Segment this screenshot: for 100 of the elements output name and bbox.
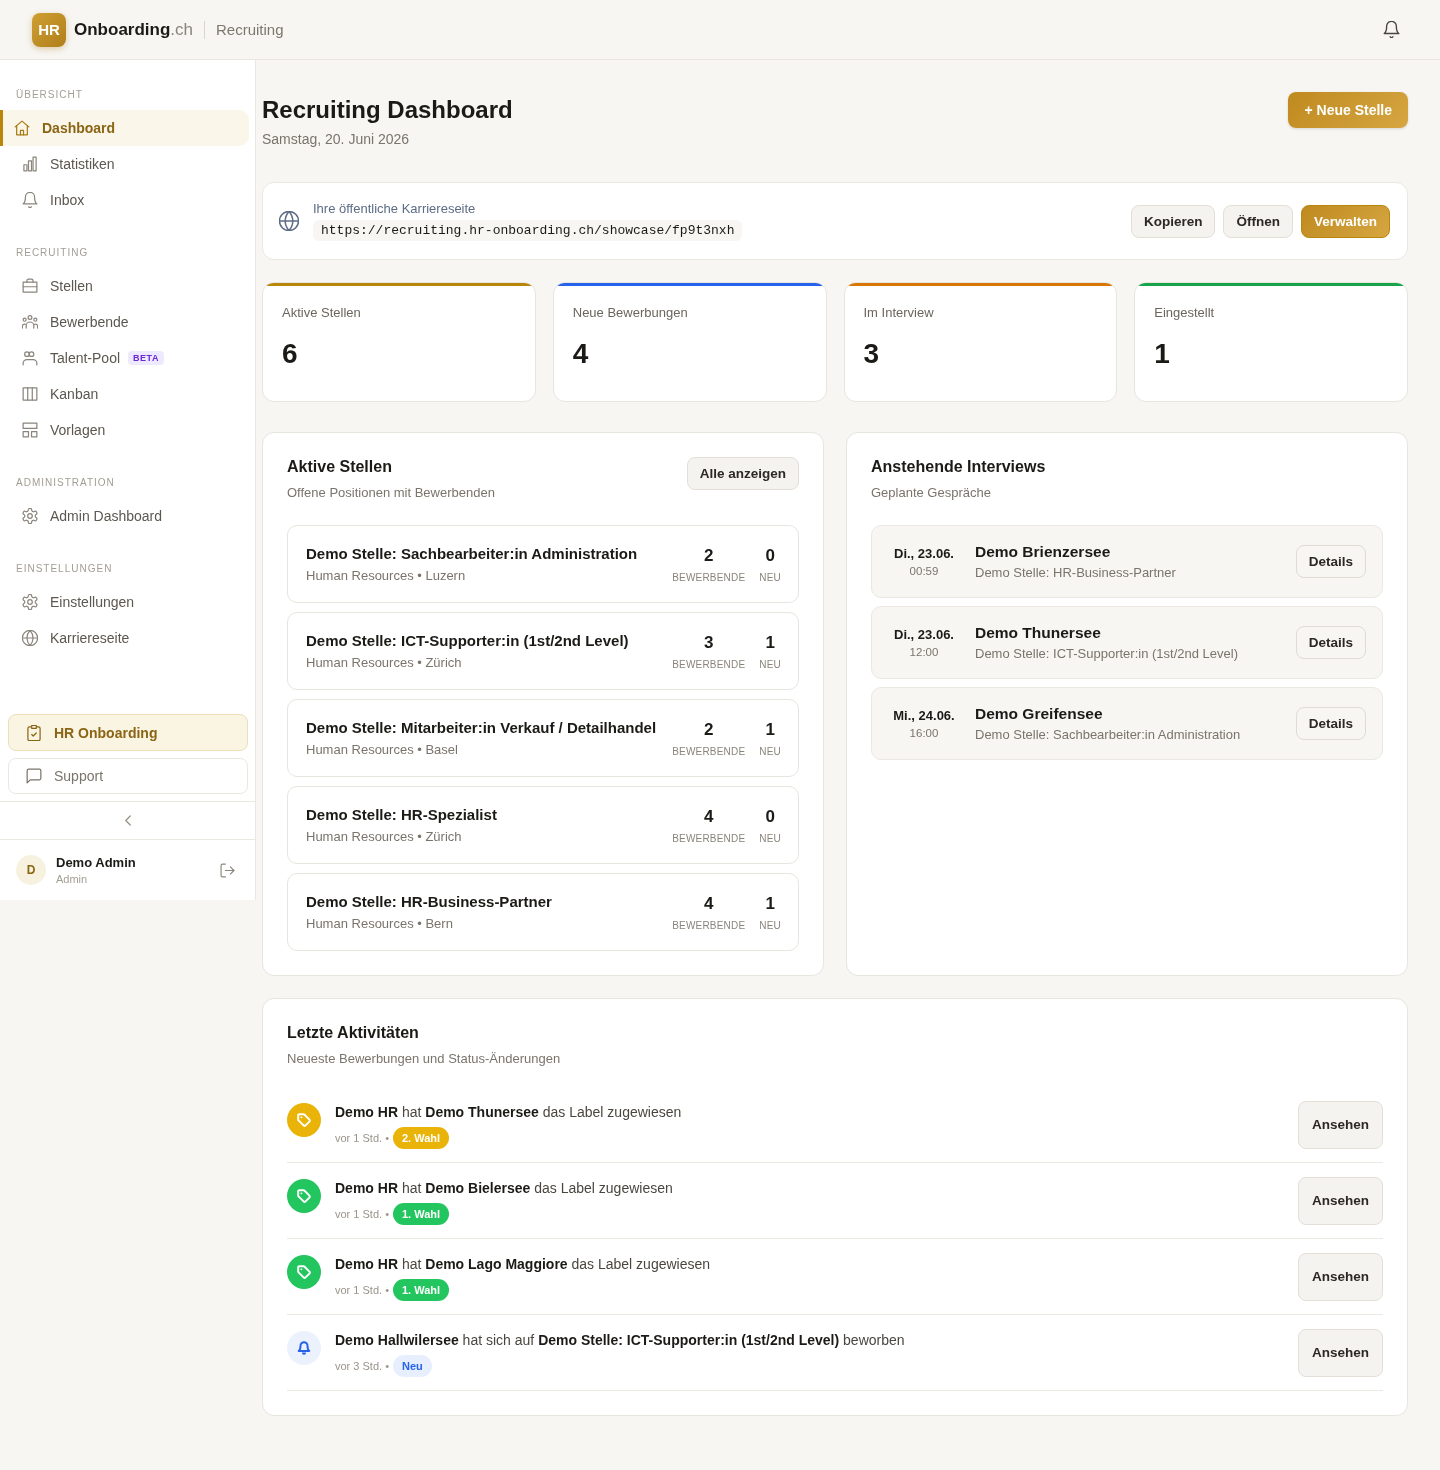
activity-text: Demo HR hat Demo Thunersee das Label zugewiesen [335, 1103, 683, 1121]
new-count: 0 [765, 806, 775, 827]
clipboard-check-icon [26, 724, 42, 741]
activity-text: Demo Hallwilersee hat sich auf Demo Stelle: ICT-Supporter:in (1st/2nd Level) beworben [335, 1331, 906, 1349]
applicant-count: 2 [704, 719, 714, 740]
brand-name: Onboarding.ch [74, 19, 193, 40]
nav-section-title: EINSTELLUNGEN [15, 562, 114, 576]
bell-icon [287, 1331, 321, 1365]
bell-icon[interactable] [1383, 21, 1400, 38]
new-count-label: NEU [759, 745, 781, 757]
view-button[interactable]: Ansehen [1298, 1100, 1383, 1149]
stat-label: Aktive Stellen [282, 305, 362, 321]
logout-icon[interactable] [220, 862, 235, 878]
label-badge: Neu [393, 1355, 432, 1377]
app-section-label: Recruiting [216, 21, 284, 38]
interview-job: Demo Stelle: ICT-Supporter:in (1st/2nd Level) [975, 646, 1239, 661]
job-card[interactable]: Demo Stelle: HR-Business-Partner Human Resources • Bern 4 BEWERBENDE 1 NEU [287, 873, 799, 951]
job-card[interactable]: Demo Stelle: Sachbearbeiter:in Administration Human Resources • Luzern 2 BEWERBENDE 0 NEU [287, 525, 799, 603]
nav-item[interactable]: Admin Dashboard [0, 498, 249, 534]
nav-item[interactable]: Statistiken [0, 146, 249, 182]
candidate-name: Demo Thunersee [975, 624, 1102, 642]
details-button[interactable]: Details [1295, 545, 1366, 578]
interview-time: 12:00 [909, 646, 939, 658]
interview-date: Mi., 24.06. [893, 708, 955, 723]
interview-time: 00:59 [909, 565, 939, 577]
panel-title: Aktive Stellen [287, 457, 393, 477]
layout-icon [22, 422, 38, 438]
details-button[interactable]: Details [1295, 707, 1366, 740]
job-title: Demo Stelle: Mitarbeiter:in Verkauf / Detailhandel [306, 718, 658, 737]
job-meta: Human Resources • Bern [306, 916, 454, 932]
new-count-label: NEU [759, 658, 781, 670]
copy-button[interactable]: Kopieren [1130, 204, 1216, 238]
applicant-count: 2 [704, 545, 714, 566]
home-icon [14, 120, 30, 136]
nav-section-title: ADMINISTRATION [15, 476, 116, 490]
nav-item[interactable]: Bewerbende [0, 304, 249, 340]
nav-section-title: ÜBERSICHT [15, 88, 84, 102]
job-meta: Human Resources • Basel [306, 742, 459, 758]
job-meta: Human Resources • Luzern [306, 568, 467, 584]
new-count: 1 [765, 719, 775, 740]
activity-time: vor 1 Std. • [335, 1132, 389, 1144]
stat-value: 6 [282, 337, 299, 371]
applicant-count-label: BEWERBENDE [672, 832, 746, 844]
stat-value: 1 [1154, 337, 1171, 371]
view-button[interactable]: Ansehen [1298, 1252, 1383, 1301]
nav-item[interactable]: Kanban [0, 376, 249, 412]
chevron-left-icon[interactable] [124, 815, 131, 826]
job-title: Demo Stelle: Sachbearbeiter:in Administration [306, 544, 639, 563]
applicant-count-label: BEWERBENDE [672, 658, 746, 670]
nav-item[interactable]: Dashboard [0, 110, 249, 146]
career-page-label: Ihre öffentliche Karriereseite [313, 201, 477, 216]
job-card[interactable]: Demo Stelle: HR-Spezialist Human Resources • Zürich 4 BEWERBENDE 0 NEU [287, 786, 799, 864]
nav-item[interactable]: Stellen [0, 268, 249, 304]
chat-bubble-icon [26, 768, 42, 784]
stat-value: 4 [572, 337, 590, 371]
stat-label: Neue Bewerbungen [572, 305, 689, 321]
candidate-name: Demo Brienzersee [975, 543, 1112, 561]
hr-onboarding-button[interactable]: HR Onboarding [8, 714, 248, 751]
activity-time: vor 1 Std. • [335, 1208, 389, 1220]
job-card[interactable]: Demo Stelle: Mitarbeiter:in Verkauf / Detailhandel Human Resources • Basel 2 BEWERBENDE 1 NEU [287, 699, 799, 777]
page-title: Recruiting Dashboard [262, 95, 513, 125]
applicant-count-label: BEWERBENDE [672, 919, 746, 931]
gear-icon [22, 594, 38, 610]
nav-item[interactable]: Karriereseite [0, 620, 249, 656]
user-avatar: D [16, 855, 46, 885]
panel-title: Anstehende Interviews [871, 457, 1046, 477]
new-count-label: NEU [759, 919, 781, 931]
nav-item[interactable]: Vorlagen [0, 412, 249, 448]
nav-item[interactable]: Talent-Pool BETA [0, 340, 249, 376]
applicant-count: 3 [704, 632, 714, 653]
view-button[interactable]: Ansehen [1298, 1176, 1383, 1225]
panel-title: Letzte Aktivitäten [287, 1023, 420, 1043]
view-button[interactable]: Ansehen [1298, 1328, 1383, 1377]
nav-item[interactable]: Inbox [0, 182, 249, 218]
panel-subtitle: Geplante Gespräche [871, 485, 992, 501]
panel-subtitle: Neueste Bewerbungen und Status-Änderungen [287, 1051, 561, 1067]
stat-label: Im Interview [863, 305, 935, 321]
new-count: 0 [765, 545, 775, 566]
nav-section-title: RECRUITING [15, 246, 90, 260]
briefcase-icon [22, 278, 38, 294]
support-button[interactable]: Support [8, 758, 248, 794]
globe-icon [22, 630, 38, 646]
applicant-count: 4 [704, 893, 714, 914]
job-meta: Human Resources • Zürich [306, 655, 463, 671]
user-name: Demo Admin [56, 855, 136, 870]
interview-time: 16:00 [909, 727, 939, 739]
career-page-url: https://recruiting.hr-onboarding.ch/showcase/fp9t3nxh [313, 220, 743, 241]
stat-value: 3 [863, 337, 881, 371]
open-button[interactable]: Öffnen [1223, 204, 1293, 238]
activity-text: Demo HR hat Demo Bielersee das Label zugewiesen [335, 1179, 674, 1197]
details-button[interactable]: Details [1295, 626, 1366, 659]
stat-label: Eingestellt [1154, 305, 1216, 321]
job-card[interactable]: Demo Stelle: ICT-Supporter:in (1st/2nd Level) Human Resources • Zürich 3 BEWERBENDE 1 NEU [287, 612, 799, 690]
job-meta: Human Resources • Zürich [306, 829, 463, 845]
page-date: Samstag, 20. Juni 2026 [262, 131, 411, 147]
show-all-button[interactable]: Alle anzeigen [686, 457, 799, 490]
interview-date: Di., 23.06. [894, 627, 954, 642]
nav-item[interactable]: Einstellungen [0, 584, 249, 620]
columns-icon [22, 386, 38, 402]
activity-time: vor 3 Std. • [335, 1360, 389, 1372]
